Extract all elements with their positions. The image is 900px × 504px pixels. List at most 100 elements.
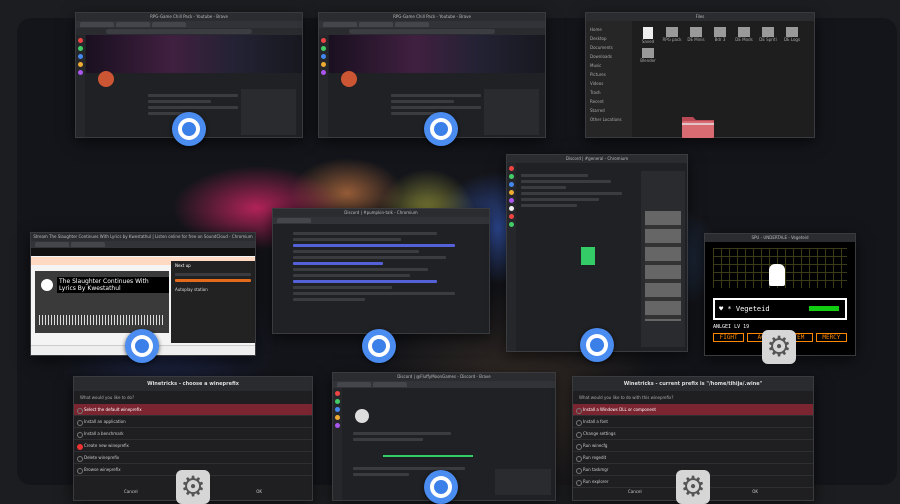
dialog-title: Winetricks - current prefix is "/home/ti… <box>573 377 813 391</box>
message-list <box>293 229 473 329</box>
dialog-question: What would you like to do? <box>80 395 135 400</box>
mercy-button[interactable]: MERCY <box>815 333 847 342</box>
url-bar[interactable] <box>319 28 545 35</box>
files-app-folder-icon <box>682 117 714 138</box>
sidebar-item[interactable]: Music <box>586 61 632 70</box>
settings-gear-icon: ⚙ <box>762 330 796 364</box>
file-item[interactable]: Blender <box>638 48 658 63</box>
sidebar-item[interactable]: Other Locations <box>586 115 632 124</box>
server-list[interactable] <box>507 163 516 351</box>
enemy-sprite <box>769 264 785 286</box>
fight-button[interactable]: FIGHT <box>713 333 745 342</box>
track-title: The Slaughter Continues With Lyrics By K… <box>57 277 169 293</box>
option-row[interactable]: Run regedit <box>573 452 813 464</box>
file-item[interactable]: DE Spriti <box>758 27 778 44</box>
ok-button[interactable]: OK <box>256 489 262 494</box>
window-title: RPG-Game Chill Pack - Youtube - Brave <box>319 13 545 21</box>
chromium-icon <box>362 329 396 363</box>
option-row[interactable]: Install a Windows DLL or component <box>573 404 813 416</box>
play-button[interactable] <box>41 279 53 291</box>
folder-icon <box>786 27 798 37</box>
window-discord-right[interactable]: Discord | #general - Chromium <box>506 154 688 352</box>
chromium-icon <box>580 328 614 362</box>
sidebar-item[interactable]: Documents <box>586 43 632 52</box>
next-up-panel: Next up Autoplay station <box>171 261 255 343</box>
sidebar <box>319 35 328 137</box>
hp-bar <box>809 306 839 311</box>
folder-icon <box>738 27 750 37</box>
side-panel <box>495 469 551 495</box>
sidebar <box>76 35 85 137</box>
sidebar-item[interactable]: Downloads <box>586 52 632 61</box>
member-list <box>641 171 685 347</box>
enemy-name: ♥ * Vegeteid <box>719 305 770 313</box>
option-row[interactable]: Install an application <box>74 416 312 428</box>
side-panel <box>484 89 539 135</box>
autoplay-label: Autoplay station <box>175 287 208 292</box>
profile-content <box>353 429 493 495</box>
chromium-icon <box>125 329 159 363</box>
sidebar-item[interactable]: Recent <box>586 97 632 106</box>
window-title: RPG-Game Chill Pack - Youtube - Brave <box>76 13 302 21</box>
window-title: SPU - UNDERTALE - Vegeteid <box>705 234 855 242</box>
battle-box: ♥ * Vegeteid <box>713 298 847 320</box>
files-sidebar: Home Desktop Documents Downloads Music P… <box>586 21 632 137</box>
avatar <box>355 409 369 423</box>
option-row[interactable]: Select the default wineprefix <box>74 404 312 416</box>
message-list <box>521 171 633 341</box>
sidebar-item[interactable]: Home <box>586 25 632 34</box>
side-panel <box>241 89 296 135</box>
option-row[interactable]: Install a font <box>573 416 813 428</box>
folder-icon <box>714 27 726 37</box>
tab-bar[interactable] <box>319 21 545 28</box>
sidebar-item[interactable]: Trash <box>586 88 632 97</box>
url-bar[interactable] <box>76 28 302 35</box>
file-item[interactable]: Bdr 3 <box>710 27 730 44</box>
file-item[interactable]: DE Mods <box>734 27 754 44</box>
folder-icon <box>642 48 654 58</box>
tab-bar[interactable] <box>273 217 489 224</box>
channel-banner <box>86 35 302 73</box>
file-grid: Saved RPG pack DE Minis Bdr 3 DE Mods DE… <box>638 27 810 63</box>
dialog-question: What would you like to do with this wine… <box>579 395 674 400</box>
avatar <box>98 71 114 87</box>
tab-bar[interactable] <box>333 381 555 388</box>
option-row[interactable]: Install a benchmark <box>74 428 312 440</box>
sidebar-item[interactable]: Starred <box>586 106 632 115</box>
file-item[interactable]: DE Minis <box>686 27 706 44</box>
chromium-icon <box>172 112 206 146</box>
tab-bar[interactable] <box>76 21 302 28</box>
option-row[interactable]: Change settings <box>573 428 813 440</box>
avatar <box>341 71 357 87</box>
tab-bar[interactable] <box>31 241 255 248</box>
cancel-button[interactable]: Cancel <box>628 489 642 494</box>
file-item[interactable]: Saved <box>638 27 658 44</box>
soundcloud-header: SOUNDCLOUD <box>31 248 255 264</box>
file-item[interactable]: RPG pack <box>662 27 682 44</box>
folder-icon <box>762 27 774 37</box>
sidebar-item[interactable]: Pictures <box>586 70 632 79</box>
option-row[interactable]: Create new wineprefix <box>74 440 312 452</box>
option-row[interactable]: Delete wineprefix <box>74 452 312 464</box>
window-title: Discord | #pumpkin-talk - Chromium <box>273 209 489 217</box>
option-row[interactable]: Run winecfg <box>573 440 813 452</box>
sidebar-item[interactable]: Videos <box>586 79 632 88</box>
sidebar-item[interactable]: Desktop <box>586 34 632 43</box>
server-list[interactable] <box>333 388 342 500</box>
file-icon <box>643 27 653 39</box>
folder-icon <box>666 27 678 37</box>
track-hero: The Slaughter Continues With Lyrics By K… <box>35 271 169 333</box>
ok-button[interactable]: OK <box>752 489 758 494</box>
window-title: Stream The Slaughter Continues With Lyri… <box>31 233 255 241</box>
level-text: ANLGEI LV 19 <box>713 324 750 330</box>
window-chat-center[interactable]: Discord | #pumpkin-talk - Chromium <box>272 208 490 334</box>
window-title: Files <box>586 13 814 21</box>
window-title: Discord | @FluffyMoonGames - Discord - B… <box>333 373 555 381</box>
file-item[interactable]: DE Logs <box>782 27 802 44</box>
cancel-button[interactable]: Cancel <box>124 489 138 494</box>
waveform <box>39 315 165 325</box>
window-title: Discord | #general - Chromium <box>507 155 687 163</box>
pixel-sprite <box>581 247 595 265</box>
channel-banner <box>329 35 545 73</box>
chromium-icon <box>424 112 458 146</box>
